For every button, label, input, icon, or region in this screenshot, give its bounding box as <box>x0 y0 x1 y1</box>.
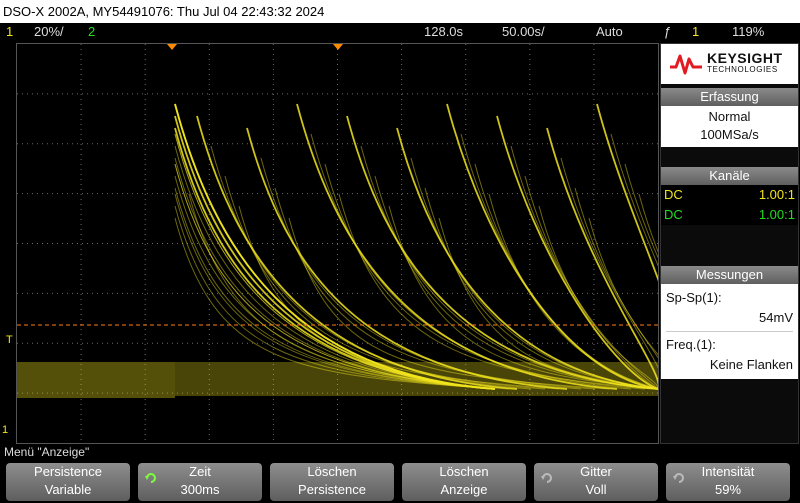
softkey-persistence-label: Persistence <box>34 464 102 479</box>
baseline-trace-band <box>175 362 658 396</box>
persistence-trace <box>374 175 658 390</box>
trigger-source[interactable]: 1 <box>692 23 699 41</box>
ch1-probe-ratio: 1.00:1 <box>758 187 795 202</box>
logo-sub-text: TECHNOLOGIES <box>707 65 778 74</box>
persistence-trace <box>174 127 496 390</box>
softkey-persistence-value: Variable <box>44 482 92 497</box>
window-title: DSO-X 2002A, MY54491076: Thu Jul 04 22:4… <box>3 4 325 19</box>
persistence-traces <box>17 103 658 398</box>
measurements-heading: Messungen <box>661 266 798 284</box>
sample-rate: 100MSa/s <box>700 127 759 142</box>
softkey-clear-persistence-value: Persistence <box>298 482 366 497</box>
softkey-grid[interactable]: Gitter Voll <box>534 463 658 501</box>
measurement-2-value: Keine Flanken <box>709 357 793 372</box>
ch1-number[interactable]: 1 <box>6 23 13 41</box>
ch2-probe-ratio: 1.00:1 <box>758 207 795 222</box>
acquisition-heading: Erfassung <box>661 88 798 106</box>
persistence-trace <box>624 163 658 389</box>
measurement-1-value: 54mV <box>759 310 793 325</box>
rotary-knob-icon <box>145 473 156 483</box>
time-scale[interactable]: 50.00s/ <box>502 23 545 41</box>
persistence-trace <box>174 145 496 390</box>
keysight-wave-logo-icon <box>670 54 702 75</box>
persistence-trace <box>396 127 658 390</box>
persistence-trace <box>560 157 658 389</box>
measurement-1-label: Sp-Sp(1): <box>666 290 722 305</box>
trigger-mode[interactable]: Auto <box>596 23 623 41</box>
rotary-knob-icon <box>673 473 684 483</box>
waveform-graticule <box>17 44 658 443</box>
softkey-persistence[interactable]: Persistence Variable <box>6 463 130 501</box>
softkey-time[interactable]: Zeit 300ms <box>138 463 262 501</box>
channel-row-1[interactable]: DC 1.00:1 <box>661 185 798 205</box>
measurements-section[interactable]: Sp-Sp(1): 54mV Freq.(1): Keine Flanken <box>661 284 798 379</box>
ch1-ground-marker: 1 <box>2 424 9 436</box>
persistence-trace <box>196 115 518 390</box>
window-title-bar: DSO-X 2002A, MY54491076: Thu Jul 04 22:4… <box>0 0 800 23</box>
pre-trigger-trace-band <box>17 362 175 398</box>
acquisition-section[interactable]: Normal 100MSa/s <box>661 106 798 147</box>
measurement-2-label: Freq.(1): <box>666 337 716 352</box>
time-reference-marker <box>333 44 343 50</box>
softkey-clear-display[interactable]: Löschen Anzeige <box>402 463 526 501</box>
persistence-trace <box>596 103 658 389</box>
waveform-display[interactable] <box>16 43 659 444</box>
softkey-bar: Persistence Variable Zeit 300ms Löschen … <box>0 461 800 503</box>
persistence-trace <box>174 193 496 390</box>
softkey-intensity[interactable]: Intensität 59% <box>666 463 790 501</box>
trigger-level-marker: T <box>6 334 13 346</box>
ch1-scale[interactable]: 20%/ <box>34 23 64 41</box>
measurement-divider <box>666 331 793 332</box>
softkey-clear-display-value: Anzeige <box>440 482 488 497</box>
timebase-delay[interactable]: 128.0s <box>424 23 463 41</box>
sidebar-panel: KEYSIGHT TECHNOLOGIES Erfassung Normal 1… <box>660 43 799 444</box>
softkey-clear-persistence-label: Löschen <box>307 464 357 479</box>
channels-section[interactable]: DC 1.00:1 DC 1.00:1 <box>661 185 798 225</box>
rotary-knob-icon <box>541 473 552 483</box>
logo-brand-text: KEYSIGHT <box>707 50 783 66</box>
persistence-trace <box>574 187 658 389</box>
menu-title: Menü "Anzeige" <box>0 444 800 460</box>
trigger-level[interactable]: 119% <box>732 23 764 41</box>
trigger-slope-icon: ƒ <box>664 24 672 39</box>
persistence-trace <box>174 133 496 390</box>
channel-row-2[interactable]: DC 1.00:1 <box>661 205 798 225</box>
softkey-clear-persistence[interactable]: Löschen Persistence <box>270 463 394 501</box>
persistence-trace <box>474 163 658 390</box>
channels-heading: Kanäle <box>661 167 798 185</box>
acquisition-mode: Normal <box>708 109 751 124</box>
brand-logo: KEYSIGHT TECHNOLOGIES <box>661 44 798 84</box>
ch2-coupling: DC <box>664 207 683 222</box>
softkey-clear-display-label: Löschen <box>439 464 489 479</box>
trigger-position-marker <box>167 44 177 50</box>
scope-status-bar: 1 20%/ 2 128.0s 50.00s/ Auto ƒ 1 119% <box>0 23 800 41</box>
ch1-coupling: DC <box>664 187 683 202</box>
persistence-trace <box>488 193 658 390</box>
ch2-number[interactable]: 2 <box>88 23 95 41</box>
